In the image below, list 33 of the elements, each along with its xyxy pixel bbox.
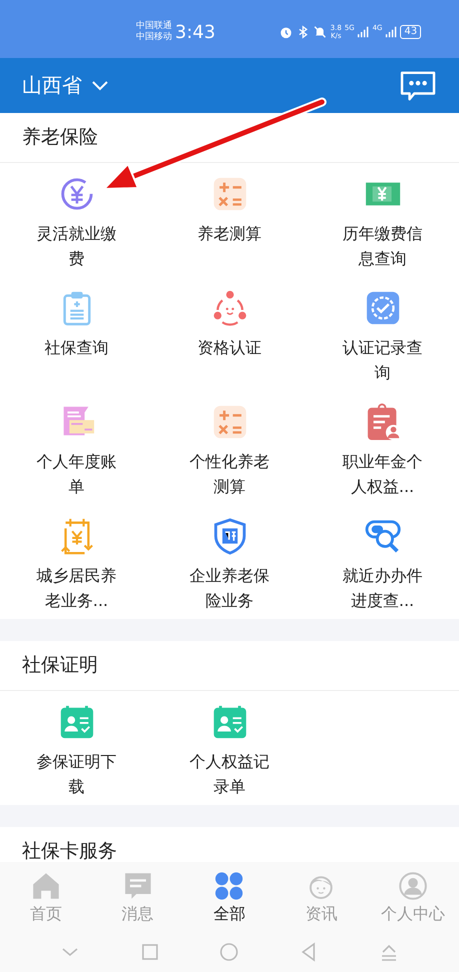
tab-icon [397, 870, 430, 902]
service-item[interactable]: 就近办办件进度查... [306, 505, 459, 619]
carrier-name: 中国联通 [136, 21, 172, 32]
service-item[interactable]: 城乡居民养老业务... [0, 505, 153, 619]
service-item[interactable]: 职业年金个人权益... [306, 391, 459, 505]
service-item[interactable]: 养老测算 [153, 163, 306, 277]
service-item[interactable]: 企业养老保险业务 [153, 505, 306, 619]
section-title: 社保证明 [0, 641, 459, 691]
mute-icon [313, 25, 328, 39]
service-item[interactable]: 个性化养老测算 [153, 391, 306, 505]
signal-icon [357, 26, 370, 38]
service-item[interactable]: 个人年度账单 [0, 391, 153, 505]
service-item[interactable]: 历年缴费信息查询 [306, 163, 459, 277]
chevron-down-icon [92, 80, 108, 90]
service-item[interactable]: 参保证明下载 [0, 691, 153, 805]
bluetooth-icon [296, 25, 310, 39]
recent-apps-icon[interactable] [140, 942, 160, 962]
carrier-name: 中国移动 [136, 32, 172, 43]
service-item[interactable]: 个人权益记录单 [153, 691, 306, 805]
section-title: 养老保险 [0, 113, 459, 163]
clock-time: 3:43 [175, 22, 216, 42]
tab[interactable]: 全部 [184, 862, 276, 932]
chat-icon[interactable] [399, 70, 437, 102]
service-item[interactable]: 灵活就业缴费 [0, 163, 153, 277]
signal-icon [385, 26, 398, 38]
tab-icon [213, 870, 246, 902]
province-selector[interactable]: 山西省 [22, 72, 108, 99]
alarm-icon [279, 25, 294, 39]
service-item[interactable]: 认证记录查询 [306, 277, 459, 391]
service-item[interactable]: 资格认证 [153, 277, 306, 391]
battery-level: 43 [400, 25, 422, 39]
service-item[interactable]: 社保查询 [0, 277, 153, 391]
home-icon[interactable] [219, 942, 240, 962]
